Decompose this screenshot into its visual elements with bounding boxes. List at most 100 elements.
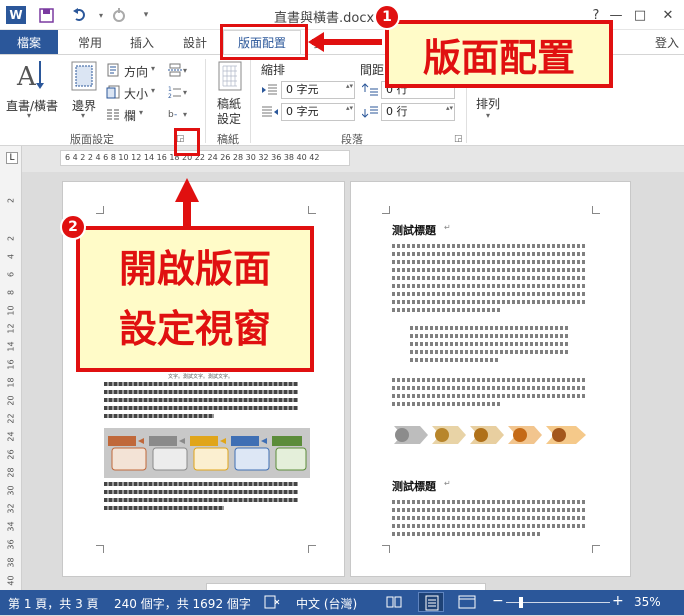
tab-design[interactable]: 設計 [177,30,213,54]
tab-home[interactable]: 常用 [72,30,108,54]
vertical-ruler-tick-label: 16 [6,359,16,370]
arrange-dropdown-icon[interactable]: ▾ [486,111,490,120]
breaks-icon[interactable]: ▾ [168,63,188,80]
indent-right-icon [262,105,278,122]
crop-mark [308,206,316,214]
zoom-slider-thumb[interactable] [519,597,523,608]
save-icon[interactable] [36,4,56,26]
language-indicator[interactable]: 中文 (台灣) [296,595,357,612]
close-button[interactable]: ✕ [655,4,681,26]
size-button[interactable]: 大小 [124,85,148,102]
indent-right-field[interactable]: 0 字元 [281,103,355,121]
vertical-ruler-tick-label: 30 [6,485,16,496]
svg-text:-: - [174,110,177,120]
vertical-ruler-tick-label: 40 [6,575,16,586]
text-line [392,402,502,406]
crop-mark [96,545,104,553]
crop-mark [382,206,390,214]
page-setup-group-label: 版面設定 [70,133,114,146]
vertical-ruler-tick-label: 20 [6,395,16,406]
paragraph-dialog-launcher-icon[interactable]: ◲ [454,134,463,144]
arrow-2-head [175,178,199,202]
vertical-ruler-tick-label: 10 [6,305,16,316]
columns-dropdown-icon[interactable]: ▾ [139,108,143,117]
text-direction-dropdown-icon[interactable]: ▾ [27,111,31,120]
sign-in-link[interactable]: 登入 [650,30,684,54]
paragraph-group-label: 段落 [341,133,363,146]
customize-qat-icon[interactable]: ▾ [138,4,154,26]
arrow-2-shaft [183,202,191,228]
text-line [392,386,586,390]
page-count[interactable]: 第 1 頁，共 3 頁 [8,595,99,612]
line-numbers-icon[interactable]: 1 2 ▾ [168,85,188,102]
spacing-label: 間距 [360,63,385,77]
redo-icon[interactable] [108,4,130,26]
undo-dropdown-icon[interactable]: ▾ [96,4,106,26]
orientation-dropdown-icon[interactable]: ▾ [151,64,155,73]
maximize-button[interactable]: □ [627,4,653,26]
text-line [392,394,586,398]
size-dropdown-icon[interactable]: ▾ [151,86,155,95]
tab-insert[interactable]: 插入 [124,30,160,54]
print-layout-icon[interactable] [418,592,444,612]
crop-mark [96,206,104,214]
horizontal-ruler[interactable]: 6 4 2 2 4 6 8 10 12 14 16 18 20 22 24 26… [60,150,350,166]
word-count[interactable]: 240 個字，共 1692 個字 [114,595,251,612]
text-line [392,508,586,512]
text-line [104,498,298,502]
vertical-ruler-tick-label: 38 [6,557,16,568]
columns-button[interactable]: 欄 [124,107,136,124]
text-line [392,252,586,256]
manuscript-label-line2[interactable]: 設定 [217,110,241,127]
svg-text:▾: ▾ [183,88,187,97]
page2-heading-2: 测試標題 [392,480,436,493]
text-line [104,406,298,410]
word-app-icon[interactable]: W [6,6,26,24]
paragraph-mark: ↵ [444,479,451,488]
status-bar: 第 1 頁，共 3 頁 240 個字，共 1692 個字 中文 (台灣) − +… [0,590,684,615]
spacing-before-icon [361,83,378,100]
spacing-after-field[interactable]: 0 行 [381,103,455,121]
text-direction-button[interactable]: 直書/橫書 [6,97,58,114]
dialog-callout-line-1: 開啟版面 [118,247,271,291]
hyphenation-icon[interactable]: b - ▾ [168,107,188,124]
svg-text:▾: ▾ [183,110,187,119]
orientation-button[interactable]: 方向 [124,63,148,80]
read-mode-icon[interactable] [386,594,402,613]
spacing-after-icon [361,105,378,122]
manuscript-icon[interactable] [218,61,242,94]
zoom-in-button[interactable]: + [612,593,624,609]
tab-file[interactable]: 檔案 [0,30,58,54]
text-direction-icon[interactable]: A [14,59,48,94]
dialog-launcher-highlight [174,128,200,156]
zoom-level[interactable]: 35% [634,595,661,609]
vertical-ruler-tick-label: 32 [6,503,16,514]
margins-icon[interactable] [71,61,97,94]
zoom-out-button[interactable]: − [492,593,504,609]
indent-left-field[interactable]: 0 字元 [281,81,355,99]
text-line [392,516,586,520]
page2-process-diagram[interactable] [392,424,592,446]
tab-selector[interactable]: L [6,152,18,164]
vertical-ruler-tick-label: 12 [6,323,16,334]
web-layout-icon[interactable] [458,594,476,613]
layout-tab-highlight [220,24,308,60]
arrange-button[interactable]: 排列 [476,95,500,112]
text-line [104,390,298,394]
text-line [104,482,298,486]
layout-callout: 版面配置 [385,20,613,88]
margins-dropdown-icon[interactable]: ▾ [81,111,85,120]
svg-text:A: A [16,62,37,91]
dialog-callout-line-2: 設定視窗 [118,307,271,351]
vertical-ruler-tick-label: 18 [6,377,16,388]
undo-icon[interactable] [66,4,94,26]
svg-text:2: 2 [168,93,172,99]
smartart-diagram[interactable] [104,428,310,478]
svg-text:1: 1 [168,86,172,93]
vertical-ruler-tick-label: 28 [6,467,16,478]
text-line [392,500,586,504]
text-line [392,292,586,296]
text-line [392,378,586,382]
crop-mark [308,545,316,553]
proofing-icon[interactable] [264,594,280,613]
